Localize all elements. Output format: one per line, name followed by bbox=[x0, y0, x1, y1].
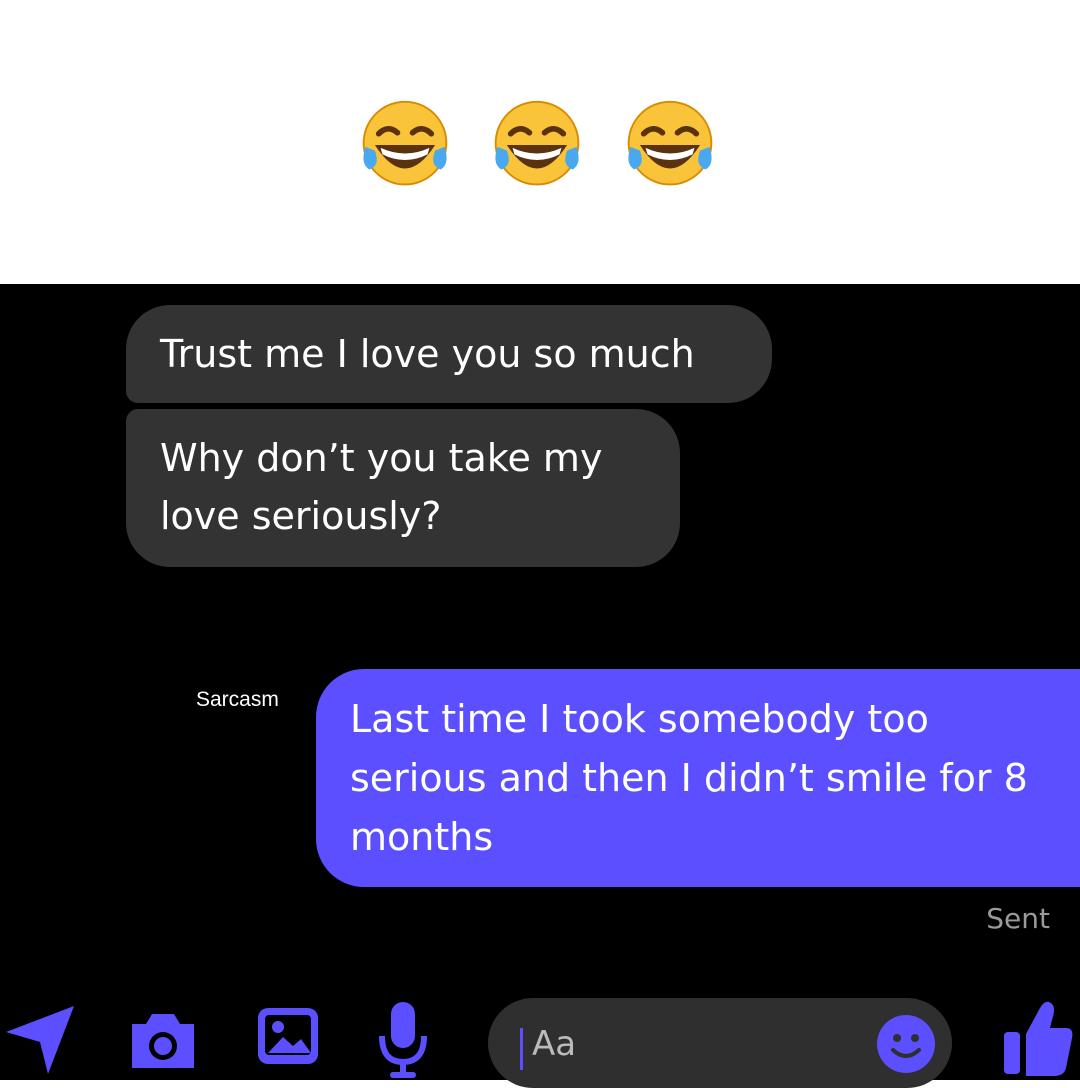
message-input[interactable]: Aa bbox=[488, 998, 952, 1088]
incoming-message-bubble[interactable]: Trust me I love you so much bbox=[126, 305, 772, 403]
gallery-icon[interactable] bbox=[256, 1006, 320, 1066]
face-with-tears-of-joy-icon bbox=[622, 98, 718, 192]
outgoing-message-bubble[interactable]: Last time I took somebody too serious an… bbox=[316, 669, 1080, 887]
incoming-message-text: Trust me I love you so much bbox=[160, 332, 695, 376]
emoji-icon[interactable] bbox=[876, 1014, 936, 1074]
meme-header bbox=[0, 0, 1080, 284]
message-input-placeholder: Aa bbox=[532, 1024, 577, 1064]
microphone-icon[interactable] bbox=[378, 1000, 428, 1080]
location-arrow-icon[interactable] bbox=[0, 1004, 76, 1076]
incoming-message-text: Why don’t you take my love seriously? bbox=[160, 436, 603, 538]
thumbs-up-icon[interactable] bbox=[1002, 998, 1074, 1078]
chat-thread[interactable]: Trust me I love you so much Why don’t yo… bbox=[0, 284, 1080, 1088]
face-with-tears-of-joy-icon bbox=[489, 98, 585, 192]
message-composer: Aa bbox=[0, 984, 1080, 1088]
camera-icon[interactable] bbox=[128, 1008, 198, 1072]
face-with-tears-of-joy-icon bbox=[357, 98, 453, 192]
message-status: Sent bbox=[986, 902, 1050, 935]
text-caret bbox=[520, 1028, 523, 1070]
sarcasm-caption: Sarcasm bbox=[196, 688, 279, 711]
incoming-message-bubble[interactable]: Why don’t you take my love seriously? bbox=[126, 409, 680, 567]
outgoing-message-text: Last time I took somebody too serious an… bbox=[350, 697, 1028, 859]
